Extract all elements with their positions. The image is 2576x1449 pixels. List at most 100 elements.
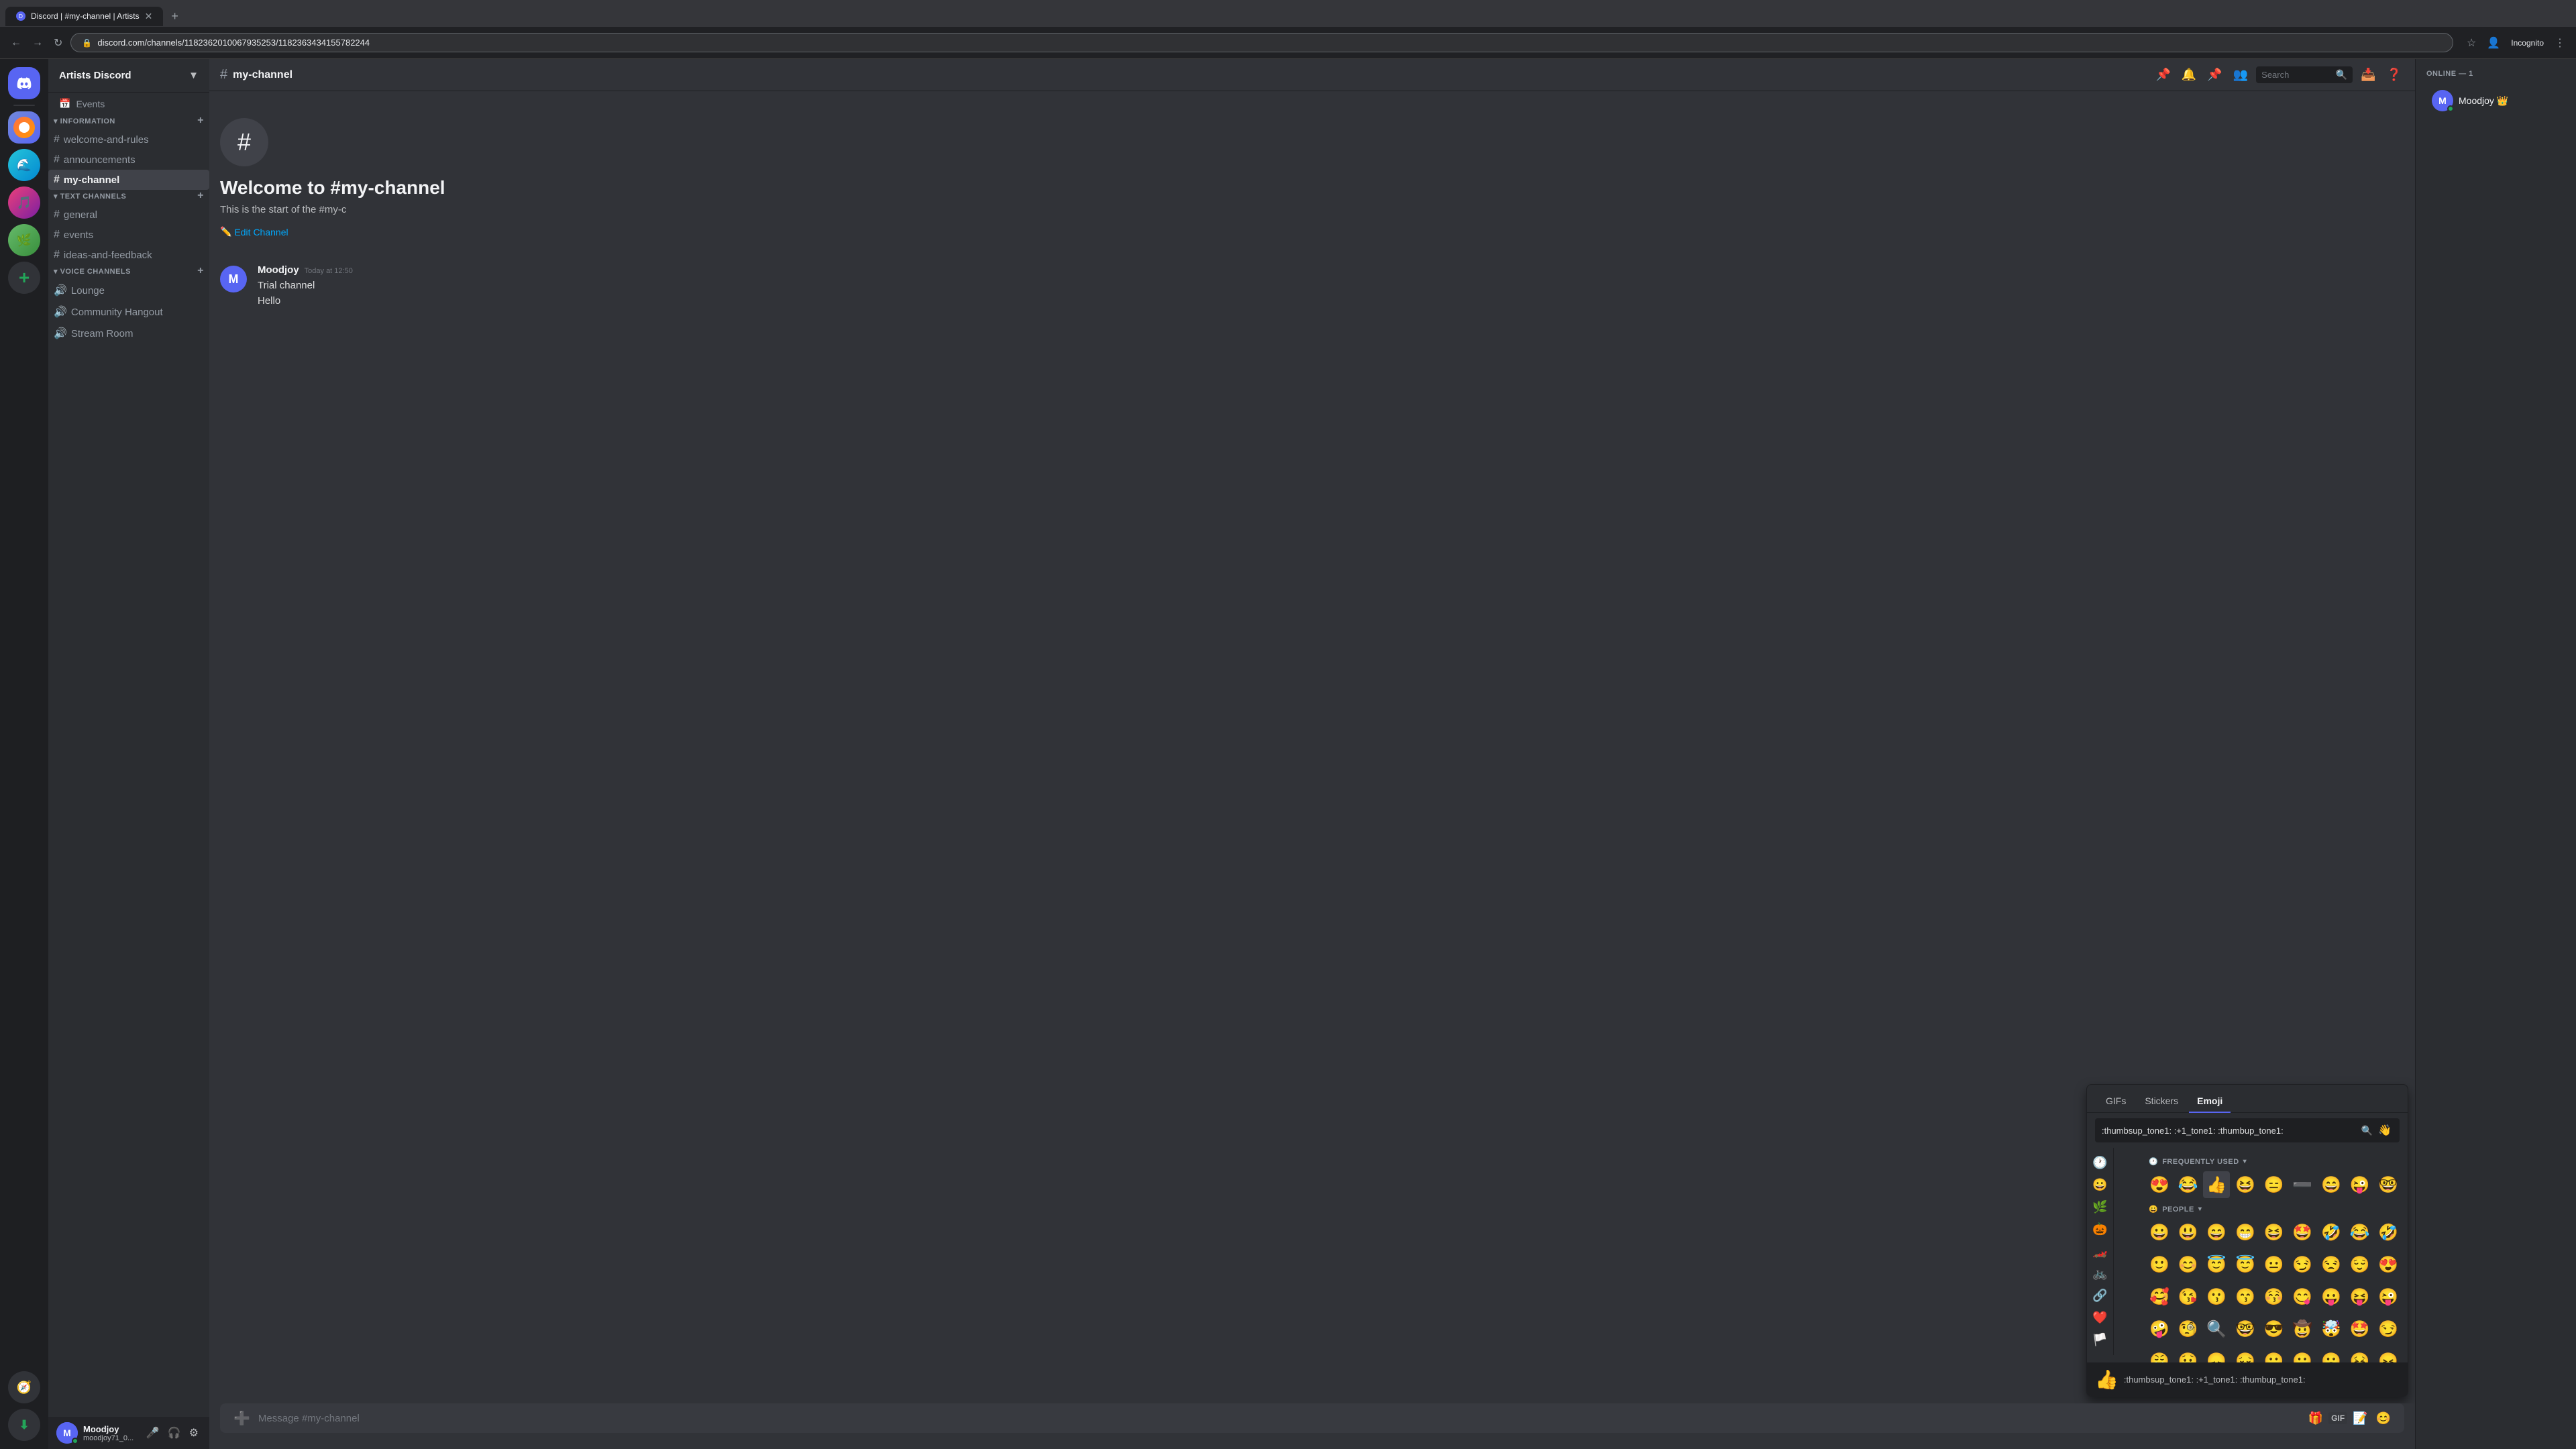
channel-item-general[interactable]: # general <box>48 205 209 225</box>
emoji-unamused[interactable]: 😒 <box>2318 1251 2345 1278</box>
emoji-monocle[interactable]: 🧐 <box>2175 1316 2202 1342</box>
channel-item-events[interactable]: # events <box>48 225 209 245</box>
server-icon-4[interactable]: 🌿 <box>8 224 40 256</box>
forward-btn[interactable]: → <box>30 34 46 52</box>
emoji-kissing[interactable]: 😗 <box>2203 1283 2230 1310</box>
message-input[interactable] <box>258 1406 2300 1431</box>
events-item[interactable]: 📅 Events <box>48 93 209 115</box>
emoji-btn-thumbsup[interactable]: 👍 <box>2203 1171 2230 1198</box>
emoji-pensive[interactable]: 😔 <box>2232 1348 2259 1362</box>
mute-btn[interactable]: 🎤 <box>144 1424 162 1442</box>
add-server-btn[interactable]: + <box>8 262 40 294</box>
emoji-wink2[interactable]: 😜 <box>2375 1283 2402 1310</box>
emoji-smiley[interactable]: 😃 <box>2175 1219 2202 1246</box>
menu-btn[interactable]: ⋮ <box>2552 34 2568 52</box>
emoji-flushed[interactable]: 😤 <box>2146 1348 2173 1362</box>
emoji-frown[interactable]: ☹️ <box>2318 1348 2345 1362</box>
inbox-btn[interactable]: 📥 <box>2358 65 2378 85</box>
member-item-moodjoy[interactable]: M Moodjoy 👑 <box>2426 86 2565 115</box>
explore-servers-btn[interactable]: 🧭 <box>8 1371 40 1403</box>
emoji-skin-tone-btn[interactable]: 👋 <box>2377 1122 2393 1138</box>
emoji-tab-stickers[interactable]: Stickers <box>2137 1090 2186 1113</box>
emoji-btn-grin[interactable]: 😄 <box>2318 1171 2345 1198</box>
emoji-tab-gifs[interactable]: GIFs <box>2098 1090 2134 1113</box>
emoji-smirk2[interactable]: 😏 <box>2375 1316 2402 1342</box>
pin-btn[interactable]: 📌 <box>2153 65 2173 85</box>
emoji-grin[interactable]: 😀 <box>2146 1219 2173 1246</box>
channel-item-ideas[interactable]: # ideas-and-feedback <box>48 245 209 265</box>
emoji-anguished[interactable]: 😖 <box>2375 1348 2402 1362</box>
emoji-relieved[interactable]: 😌 <box>2347 1251 2373 1278</box>
channel-item-announcements[interactable]: # announcements <box>48 150 209 170</box>
emoji-tab-emoji[interactable]: Emoji <box>2189 1090 2231 1113</box>
back-btn[interactable]: ← <box>8 34 24 52</box>
emoji-btn-laughing[interactable]: 😆 <box>2232 1171 2259 1198</box>
emoji-sidebar-people[interactable]: 😀 <box>2090 1175 2110 1195</box>
emoji-star-struck2[interactable]: 🤩 <box>2347 1316 2373 1342</box>
emoji-smiling-hearts[interactable]: 🥰 <box>2146 1283 2173 1310</box>
emoji-sidebar-flags[interactable]: 🏳️ <box>2090 1330 2110 1350</box>
help-btn[interactable]: ❓ <box>2384 65 2404 85</box>
emoji-neutral[interactable]: 😐 <box>2261 1251 2288 1278</box>
emoji-sidebar-nature[interactable]: 🌿 <box>2090 1197 2110 1217</box>
emoji-kissing-heart[interactable]: 😘 <box>2175 1283 2202 1310</box>
follow-btn[interactable]: 📌 <box>2204 65 2224 85</box>
emoji-sidebar-food[interactable]: 🎃 <box>2090 1220 2110 1239</box>
emoji-smile[interactable]: 😄 <box>2203 1219 2230 1246</box>
search-bar[interactable]: Search 🔍 <box>2256 66 2353 83</box>
emoji-sidebar-activities[interactable]: 🚲 <box>2090 1264 2110 1283</box>
emoji-kissing-closed[interactable]: 😚 <box>2261 1283 2288 1310</box>
section-header-voice-channels[interactable]: ▾ VOICE CHANNELS + <box>48 265 209 280</box>
emoji-yum[interactable]: 😋 <box>2289 1283 2316 1310</box>
emoji-persevering[interactable]: 😣 <box>2347 1348 2373 1362</box>
section-add-information[interactable]: + <box>197 115 204 127</box>
channel-members-btn[interactable]: 👥 <box>181 174 193 186</box>
server-icon-artists[interactable] <box>8 111 40 144</box>
emoji-sidebar-recent[interactable]: 🕐 <box>2090 1153 2110 1173</box>
server-header[interactable]: Artists Discord ▼ <box>48 59 209 93</box>
section-header-information[interactable]: ▾ INFORMATION + <box>48 115 209 129</box>
emoji-confused[interactable]: 😕 <box>2261 1348 2288 1362</box>
emoji-zany[interactable]: 🤪 <box>2146 1316 2173 1342</box>
emoji-sunglasses[interactable]: 😎 <box>2261 1316 2288 1342</box>
input-add-btn[interactable]: ➕ <box>231 1405 253 1432</box>
edit-channel-btn[interactable]: ✏️ Edit Channel <box>220 226 288 237</box>
emoji-blush[interactable]: 😊 <box>2175 1251 2202 1278</box>
settings-btn[interactable]: ⚙ <box>186 1424 201 1442</box>
channel-item-my-channel[interactable]: # my-channel 👥 ⚙ <box>48 170 209 190</box>
members-btn[interactable]: 👥 <box>2231 65 2251 85</box>
tab-close-btn[interactable]: ✕ <box>145 11 153 22</box>
emoji-slight-frown[interactable]: 🙁 <box>2289 1348 2316 1362</box>
server-icon-3[interactable]: 🎵 <box>8 186 40 219</box>
emoji-innocent[interactable]: 😇 <box>2203 1251 2230 1278</box>
section-header-text-channels[interactable]: ▾ TEXT CHANNELS + <box>48 190 209 205</box>
emoji-btn-nerd[interactable]: 🤓 <box>2375 1171 2402 1198</box>
emoji-cowboy[interactable]: 🤠 <box>2289 1316 2316 1342</box>
voice-channel-community[interactable]: 🔊 Community Hangout <box>48 301 209 323</box>
voice-channel-lounge[interactable]: 🔊 Lounge <box>48 280 209 301</box>
emoji-btn-joy[interactable]: 😂 <box>2175 1171 2202 1198</box>
emoji-mag[interactable]: 🔍 <box>2203 1316 2230 1342</box>
emoji-exploding[interactable]: 🤯 <box>2318 1316 2345 1342</box>
channel-item-welcome[interactable]: # welcome-and-rules <box>48 129 209 150</box>
new-tab-btn[interactable]: + <box>166 7 184 26</box>
gift-btn[interactable]: 🎁 <box>2306 1409 2326 1428</box>
browser-tab[interactable]: D Discord | #my-channel | Artists ✕ <box>5 7 163 26</box>
emoji-search-input[interactable] <box>2102 1126 2357 1136</box>
section-add-text[interactable]: + <box>197 190 204 202</box>
emoji-squint[interactable]: 😆 <box>2261 1219 2288 1246</box>
emoji-sidebar-symbols[interactable]: ❤️ <box>2090 1308 2110 1328</box>
emoji-joy2[interactable]: 😂 <box>2347 1219 2373 1246</box>
bookmark-btn[interactable]: ☆ <box>2464 34 2479 52</box>
gif-btn[interactable]: GIF <box>2328 1412 2347 1424</box>
emoji-btn-heart-eyes[interactable]: 😍 <box>2146 1171 2173 1198</box>
emoji-squinting[interactable]: 😝 <box>2347 1283 2373 1310</box>
address-bar[interactable]: 🔒 discord.com/channels/11823620100679352… <box>70 33 2453 52</box>
emoji-halo[interactable]: 😇 <box>2232 1251 2259 1278</box>
sticker-btn[interactable]: 📝 <box>2350 1409 2370 1428</box>
emoji-worried[interactable]: 😟 <box>2175 1348 2202 1362</box>
discord-home-btn[interactable] <box>8 67 40 99</box>
emoji-sidebar-objects[interactable]: 🔗 <box>2090 1286 2110 1305</box>
channel-settings-btn[interactable]: ⚙ <box>195 174 204 186</box>
emoji-glasses[interactable]: 🤓 <box>2232 1316 2259 1342</box>
